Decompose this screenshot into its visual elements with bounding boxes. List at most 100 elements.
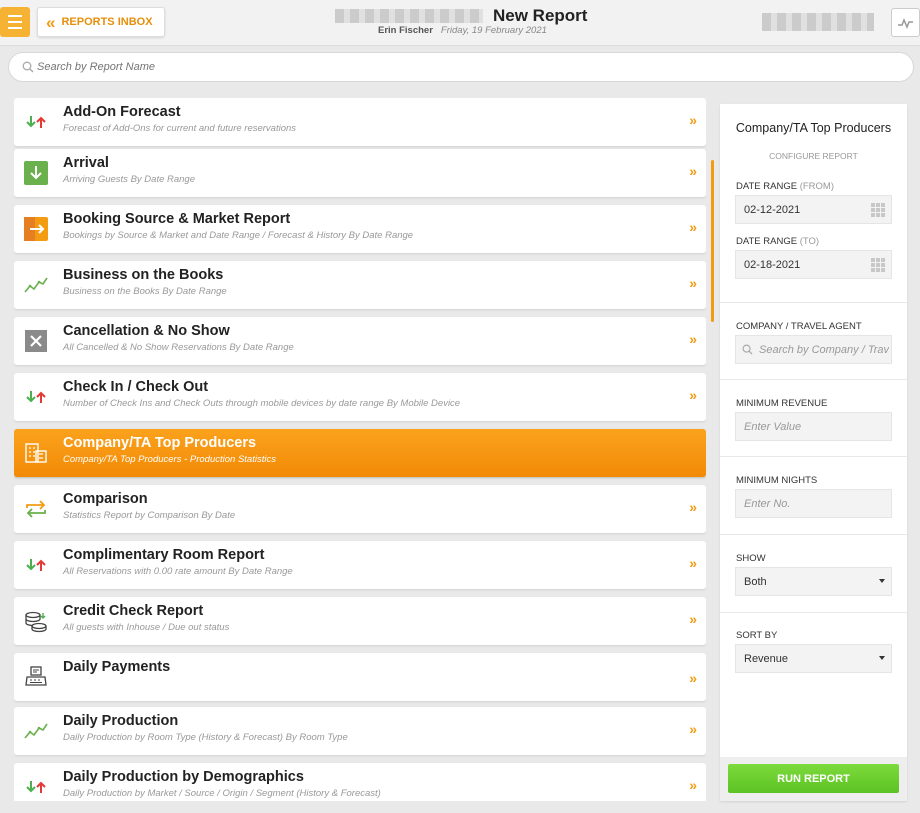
show-selected-value: Both	[744, 575, 767, 588]
report-item-comparison[interactable]: Comparison Statistics Report by Comparis…	[14, 485, 706, 533]
report-item-arrival[interactable]: Arrival Arriving Guests By Date Range »	[14, 149, 706, 197]
menu-line	[8, 21, 22, 23]
sort-by-selected-value: Revenue	[744, 652, 789, 665]
report-search-bar[interactable]	[8, 52, 914, 82]
booking-source-icon	[24, 217, 48, 241]
run-report-button[interactable]: RUN REPORT	[728, 764, 899, 793]
register-icon	[24, 665, 48, 689]
page-title: New Report	[493, 6, 588, 25]
report-description: Business on the Books By Date Range	[63, 286, 227, 297]
hotel-name-redacted	[335, 9, 483, 23]
menu-line	[8, 27, 22, 29]
business-date: Friday, 19 February 2021	[440, 25, 547, 36]
report-name: Cancellation & No Show	[63, 323, 230, 339]
cancel-x-icon	[24, 329, 48, 353]
coins-icon	[24, 609, 48, 633]
search-input[interactable]	[37, 61, 837, 73]
double-chevron-right-icon[interactable]: »	[689, 499, 697, 515]
report-list: Add-On Forecast Forecast of Add-Ons for …	[14, 98, 706, 801]
report-item-business-on-books[interactable]: Business on the Books Business on the Bo…	[14, 261, 706, 309]
double-chevron-right-icon[interactable]: »	[689, 331, 697, 347]
trend-line-icon	[24, 719, 48, 743]
config-subtitle: CONFIGURE REPORT	[769, 151, 858, 161]
report-description: Arriving Guests By Date Range	[63, 174, 196, 185]
min-revenue-label: MINIMUM REVENUE	[736, 398, 828, 409]
compare-arrows-icon	[24, 497, 48, 521]
divider	[720, 456, 907, 457]
report-name: Arrival	[63, 155, 109, 171]
divider	[720, 612, 907, 613]
list-scrollbar[interactable]	[711, 160, 714, 322]
report-name: Business on the Books	[63, 267, 224, 283]
double-chevron-right-icon[interactable]: »	[689, 721, 697, 737]
stats-button[interactable]	[891, 8, 920, 37]
report-name: Booking Source & Market Report	[63, 211, 291, 227]
min-revenue-placeholder: Enter Value	[744, 420, 802, 433]
double-chevron-right-icon[interactable]: »	[689, 777, 697, 793]
double-chevron-right-icon[interactable]: »	[689, 555, 697, 571]
user-date-line: Erin Fischer Friday, 19 February 2021	[378, 25, 547, 36]
search-icon	[22, 61, 34, 73]
arrows-updown-icon	[24, 385, 48, 409]
report-item-complimentary-room[interactable]: Complimentary Room Report All Reservatio…	[14, 541, 706, 589]
report-item-credit-check[interactable]: Credit Check Report All guests with Inho…	[14, 597, 706, 645]
report-item-daily-payments[interactable]: Daily Payments »	[14, 653, 706, 701]
report-name: Daily Payments	[63, 659, 171, 675]
building-icon	[24, 441, 48, 465]
user-name: Erin Fischer	[378, 25, 433, 36]
min-revenue-input[interactable]: Enter Value	[735, 412, 892, 441]
divider	[720, 534, 907, 535]
report-name: Daily Production by Demographics	[63, 769, 304, 785]
report-description: Daily Production by Market / Source / Or…	[63, 788, 381, 799]
trend-line-icon	[24, 273, 48, 297]
report-item-company-ta-top-producers[interactable]: Company/TA Top Producers Company/TA Top …	[14, 429, 706, 477]
report-description: Forecast of Add-Ons for current and futu…	[63, 123, 297, 134]
min-nights-label: MINIMUM NIGHTS	[736, 475, 818, 486]
date-to-value: 02-18-2021	[744, 258, 801, 271]
report-item-daily-production-demographics[interactable]: Daily Production by Demographics Daily P…	[14, 763, 706, 801]
date-from-value: 02-12-2021	[744, 203, 801, 216]
show-select[interactable]: Both	[735, 567, 892, 596]
double-chevron-right-icon[interactable]: »	[689, 387, 697, 403]
min-nights-placeholder: Enter No.	[744, 497, 791, 510]
date-from-field[interactable]: 02-12-2021	[735, 195, 892, 224]
date-to-label: DATE RANGE (TO)	[736, 236, 820, 247]
report-description: Company/TA Top Producers - Production St…	[63, 454, 276, 465]
report-description: All Cancelled & No Show Reservations By …	[63, 342, 294, 353]
double-chevron-right-icon[interactable]: »	[689, 219, 697, 235]
report-description: All guests with Inhouse / Due out status	[63, 622, 230, 633]
report-item-check-in-check-out[interactable]: Check In / Check Out Number of Check Ins…	[14, 373, 706, 421]
report-item-booking-source-market[interactable]: Booking Source & Market Report Bookings …	[14, 205, 706, 253]
report-name: Check In / Check Out	[63, 379, 209, 395]
report-name: Credit Check Report	[63, 603, 204, 619]
hamburger-menu-button[interactable]	[0, 7, 30, 37]
top-bar: « REPORTS INBOX New Report Erin Fischer F…	[0, 0, 920, 46]
double-chevron-right-icon[interactable]: »	[689, 670, 697, 686]
report-item-add-on-forecast[interactable]: Add-On Forecast Forecast of Add-Ons for …	[14, 98, 706, 146]
user-info-redacted	[762, 13, 874, 31]
report-name: Daily Production	[63, 713, 179, 729]
calendar-grid-icon[interactable]	[871, 258, 885, 272]
divider	[720, 379, 907, 380]
report-item-cancellation-no-show[interactable]: Cancellation & No Show All Cancelled & N…	[14, 317, 706, 365]
show-label: SHOW	[736, 553, 766, 564]
reports-inbox-button[interactable]: « REPORTS INBOX	[37, 7, 165, 37]
divider	[720, 302, 907, 303]
double-chevron-right-icon[interactable]: »	[689, 611, 697, 627]
double-chevron-right-icon[interactable]: »	[689, 275, 697, 291]
company-search-field[interactable]: Search by Company / Trav	[735, 335, 892, 364]
report-item-daily-production[interactable]: Daily Production Daily Production by Roo…	[14, 707, 706, 755]
date-to-field[interactable]: 02-18-2021	[735, 250, 892, 279]
sort-by-select[interactable]: Revenue	[735, 644, 892, 673]
double-chevron-left-icon: «	[46, 12, 56, 32]
report-description: All Reservations with 0.00 rate amount B…	[63, 566, 293, 577]
date-from-label: DATE RANGE (FROM)	[736, 181, 834, 192]
activity-graph-icon	[898, 17, 913, 29]
double-chevron-right-icon[interactable]: »	[689, 163, 697, 179]
arrows-updown-icon	[24, 110, 48, 134]
double-chevron-right-icon[interactable]: »	[689, 112, 697, 128]
calendar-grid-icon[interactable]	[871, 203, 885, 217]
sort-by-label: SORT BY	[736, 630, 778, 641]
company-search-placeholder: Search by Company / Trav	[759, 343, 890, 356]
min-nights-input[interactable]: Enter No.	[735, 489, 892, 518]
